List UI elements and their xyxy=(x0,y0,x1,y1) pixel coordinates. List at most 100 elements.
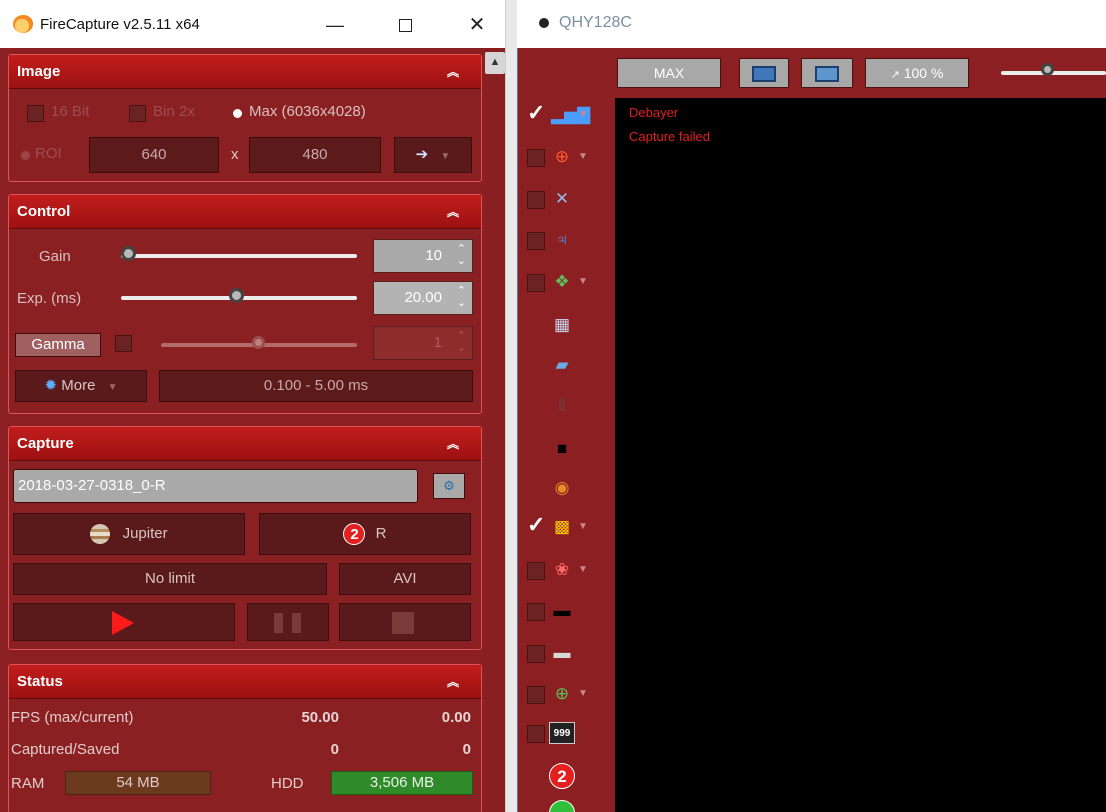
gain-slider[interactable] xyxy=(121,254,357,258)
roi-height-input[interactable]: 480 xyxy=(249,137,381,173)
zoom-slider-thumb[interactable] xyxy=(1041,63,1054,76)
chevron-down-icon[interactable]: ▼ xyxy=(578,104,588,126)
gamma-button[interactable]: Gamma xyxy=(15,333,101,357)
histogram-tool[interactable]: ✓ ▂▅▇ ▼ xyxy=(527,102,607,128)
chevron-down-icon[interactable]: ▼ xyxy=(578,271,588,293)
crosshair-checkbox[interactable] xyxy=(527,149,545,167)
image-section-header[interactable]: Image ︽ xyxy=(9,55,481,89)
fit-screen-icon xyxy=(752,66,776,83)
collapse-icon[interactable]: ︽ xyxy=(447,195,459,229)
collapse-icon[interactable]: ︽ xyxy=(447,427,459,461)
zoom-button[interactable]: ↗ 100 % xyxy=(865,58,969,88)
scroll-up-button[interactable]: ▲ xyxy=(485,52,505,74)
roi-width-input[interactable]: 640 xyxy=(89,137,219,173)
grid-tool[interactable]: ■ xyxy=(527,438,607,462)
black-level-checkbox[interactable] xyxy=(527,603,545,621)
control-section-title: Control xyxy=(17,203,71,220)
filter-wheel-tool[interactable]: 2 xyxy=(527,763,607,789)
align-tool[interactable]: ✕ xyxy=(527,188,607,212)
roi-apply-button[interactable]: ➔ ▼ xyxy=(394,137,472,173)
spinner-arrows-icon[interactable]: ⌃ ⌄ xyxy=(457,285,466,309)
max-button[interactable]: MAX xyxy=(617,58,721,88)
control-section-header[interactable]: Control ︽ xyxy=(9,195,481,229)
captured-value: 0 xyxy=(330,741,339,758)
screen-settings-icon xyxy=(815,66,839,83)
status-tool[interactable] xyxy=(527,800,607,812)
gamma-checkbox[interactable] xyxy=(115,335,132,352)
more-label: More xyxy=(61,377,96,394)
black-level-tool[interactable]: ▬ xyxy=(527,600,607,624)
format-button[interactable]: AVI xyxy=(339,563,471,595)
object-button[interactable]: Jupiter xyxy=(13,513,245,555)
chevron-down-icon[interactable]: ▼ xyxy=(578,559,588,581)
target-checkbox[interactable] xyxy=(527,686,545,704)
status-section-title: Status xyxy=(17,673,63,690)
crosshair-tool[interactable]: ⊕ ▼ xyxy=(527,146,607,170)
dark-frame-tool[interactable]: ◉ xyxy=(527,477,607,501)
jupiter-tool-checkbox[interactable] xyxy=(527,232,545,250)
limit-button[interactable]: No limit xyxy=(13,563,327,595)
panel-scrollbar[interactable]: ▲ xyxy=(485,48,505,812)
color-balance-checkbox[interactable] xyxy=(527,562,545,580)
close-button[interactable]: ✕ xyxy=(457,10,497,40)
capture-filename-input[interactable]: 2018-03-27-0318_0-R xyxy=(13,469,418,503)
gray-rect-icon: ▬ xyxy=(553,643,571,662)
roi-radio[interactable] xyxy=(21,151,30,160)
fit-screen-button[interactable] xyxy=(739,58,789,88)
delete-tool[interactable]: ▮ xyxy=(527,393,607,417)
focus-icon: ❖ xyxy=(554,272,570,291)
pause-capture-button[interactable] xyxy=(247,603,329,641)
counter-tool[interactable]: 999 xyxy=(527,722,607,746)
counter-checkbox[interactable] xyxy=(527,725,545,743)
ram-label: RAM xyxy=(11,775,45,792)
focus-checkbox[interactable] xyxy=(527,274,545,292)
max-radio[interactable] xyxy=(233,109,242,118)
open-folder-button[interactable]: ⚙ xyxy=(433,473,465,499)
gain-spinbox[interactable]: 10 ⌃ ⌄ xyxy=(373,239,473,273)
gamma-spinbox[interactable]: 1 ⌃ ⌄ xyxy=(373,326,473,360)
gray-level-checkbox[interactable] xyxy=(527,645,545,663)
color-tool[interactable]: ✓ ▩ ▼ xyxy=(527,514,607,540)
start-capture-button[interactable] xyxy=(13,603,235,641)
focus-tool[interactable]: ❖ ▼ xyxy=(527,271,607,295)
chevron-down-icon[interactable]: ▼ xyxy=(578,146,588,168)
fps-current-value: 0.00 xyxy=(441,709,471,726)
dark-frame-icon: ◉ xyxy=(554,478,570,497)
histogram-checkbox[interactable]: ✓ xyxy=(527,102,545,124)
spinner-arrows-icon[interactable]: ⌃ ⌄ xyxy=(457,330,466,354)
align-checkbox[interactable] xyxy=(527,191,545,209)
spinner-arrows-icon[interactable]: ⌃ ⌄ xyxy=(457,243,466,267)
maximize-button[interactable] xyxy=(385,10,425,40)
exposure-range-display: 0.100 - 5.00 ms xyxy=(159,370,473,402)
collapse-icon[interactable]: ︽ xyxy=(447,665,459,699)
chevron-down-icon[interactable]: ▼ xyxy=(578,516,588,538)
exposure-spinbox[interactable]: 20.00 ⌃ ⌄ xyxy=(373,281,473,315)
bin2x-checkbox[interactable] xyxy=(129,105,146,122)
play-icon xyxy=(112,611,134,635)
exposure-slider-thumb[interactable] xyxy=(229,288,245,303)
screen-settings-button[interactable] xyxy=(801,58,853,88)
gray-level-tool[interactable]: ▬ xyxy=(527,642,607,666)
folder-tool[interactable]: ▰ xyxy=(527,354,607,378)
target-tool[interactable]: ⊕ ▼ xyxy=(527,683,607,707)
calculator-tool[interactable]: ▦ xyxy=(527,314,607,338)
filter-label: R xyxy=(375,525,387,542)
more-button[interactable]: ✹ More ▼ xyxy=(15,370,147,402)
grid-icon: ■ xyxy=(556,439,568,458)
16bit-label: 16 Bit xyxy=(51,103,90,120)
color-balance-tool[interactable]: ❀ ▼ xyxy=(527,559,607,583)
collapse-icon[interactable]: ︽ xyxy=(447,55,459,89)
stop-capture-button[interactable] xyxy=(339,603,471,641)
minimize-button[interactable]: — xyxy=(315,10,355,40)
preview-image-area[interactable] xyxy=(615,98,1106,812)
capture-section-header[interactable]: Capture ︽ xyxy=(9,427,481,461)
status-section-header[interactable]: Status ︽ xyxy=(9,665,481,699)
gain-slider-thumb[interactable] xyxy=(121,246,136,261)
chevron-down-icon: ▼ xyxy=(440,151,451,162)
jupiter-tool[interactable]: ♃ xyxy=(527,229,607,253)
filter-button[interactable]: 2 R xyxy=(259,513,471,555)
chevron-down-icon[interactable]: ▼ xyxy=(578,683,588,705)
16bit-checkbox[interactable] xyxy=(27,105,44,122)
gamma-slider-thumb[interactable] xyxy=(251,336,265,349)
color-tool-checkbox[interactable]: ✓ xyxy=(527,514,545,536)
